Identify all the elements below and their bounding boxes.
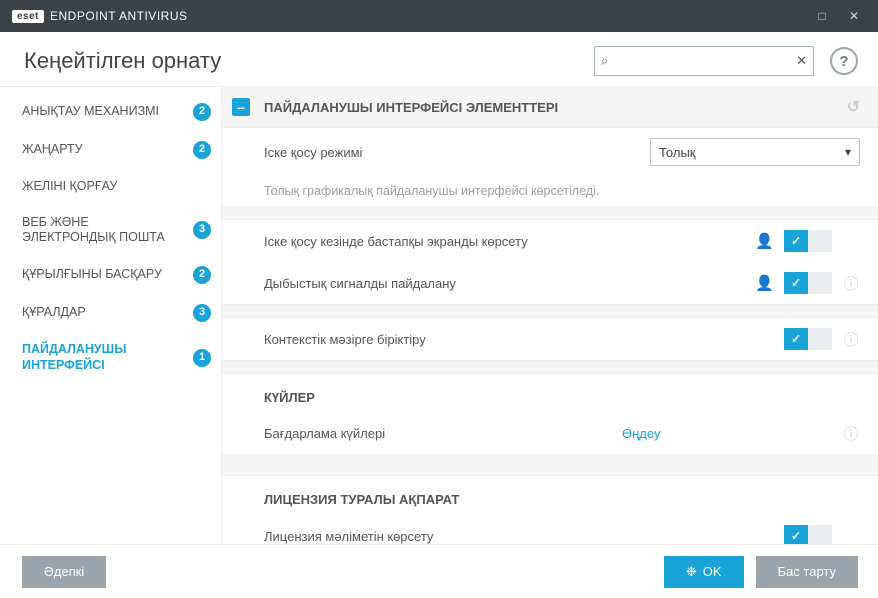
- select-value: Толық: [659, 145, 696, 160]
- toggle-off: [808, 328, 832, 350]
- start-mode-label: Іске қосу режимі: [264, 145, 650, 160]
- toggle-on: ✓: [784, 328, 808, 350]
- info-icon[interactable]: ⓘ: [842, 329, 860, 350]
- shield-icon: ❉: [686, 564, 697, 580]
- sidebar-badge: 2: [193, 141, 211, 159]
- row-start-mode-desc: Толық графикалық пайдаланушы интерфейсі …: [222, 176, 878, 206]
- help-button[interactable]: ?: [830, 47, 858, 75]
- ok-button[interactable]: ❉ OK: [664, 556, 744, 588]
- user-icon: 👤: [755, 274, 774, 292]
- subhead-license: ЛИЦЕНЗИЯ ТУРАЛЫ АҚПАРАТ: [222, 476, 878, 515]
- section-collapse-button[interactable]: –: [232, 98, 250, 116]
- maximize-icon: □: [818, 9, 825, 23]
- toggle-off: [808, 272, 832, 294]
- section-ui-elements: – ПАЙДАЛАНУШЫ ИНТЕРФЕЙСІ ЭЛЕМЕНТТЕРІ ↺: [222, 87, 878, 128]
- toggle-on: ✓: [784, 272, 808, 294]
- toggle-on: ✓: [784, 525, 808, 544]
- sidebar-item-label: ВЕБ ЖӘНЕ ЭЛЕКТРОНДЫҚ ПОШТА: [22, 215, 185, 246]
- show-license-toggle[interactable]: ✓: [784, 525, 832, 544]
- use-sound-toggle[interactable]: ✓: [784, 272, 832, 294]
- cancel-button[interactable]: Бас тарту: [756, 556, 858, 588]
- chevron-down-icon: ▾: [845, 145, 851, 159]
- toggle-off: [808, 230, 832, 252]
- sidebar-item-label: ҚҰРАЛДАР: [22, 305, 185, 321]
- titlebar: eset ENDPOINT ANTIVIRUS □ ✕: [0, 0, 878, 32]
- undo-button[interactable]: ↺: [847, 97, 860, 117]
- show-splash-toggle[interactable]: ✓: [784, 230, 832, 252]
- sidebar-item-network[interactable]: ЖЕЛІНІ ҚОРҒАУ: [0, 169, 221, 205]
- row-use-sound: Дыбыстық сигналды пайдалану 👤 ✓ ⓘ: [222, 262, 878, 304]
- sidebar-badge: 2: [193, 103, 211, 121]
- search-input[interactable]: [614, 54, 796, 69]
- sidebar-item-tools[interactable]: ҚҰРАЛДАР 3: [0, 294, 221, 332]
- window-maximize-button[interactable]: □: [806, 0, 838, 32]
- clear-search-icon[interactable]: ✕: [796, 53, 807, 69]
- sidebar-item-web-email[interactable]: ВЕБ ЖӘНЕ ЭЛЕКТРОНДЫҚ ПОШТА 3: [0, 205, 221, 256]
- info-icon[interactable]: ⓘ: [842, 273, 860, 294]
- toggle-off: [808, 525, 832, 544]
- sidebar-item-label: ЖАҢАРТУ: [22, 142, 185, 158]
- row-show-license: Лицензия мәліметін көрсету 👤 ✓ ⓘ: [222, 515, 878, 544]
- sidebar-badge: 3: [193, 304, 211, 322]
- context-menu-toggle[interactable]: ✓: [784, 328, 832, 350]
- divider: [222, 206, 878, 220]
- search-icon: ⌕: [601, 53, 608, 69]
- sidebar-item-ui[interactable]: ПАЙДАЛАНУШЫ ИНТЕРФЕЙСІ 1: [0, 332, 221, 383]
- divider: [222, 454, 878, 476]
- page-title: Кеңейтілген орнату: [24, 48, 578, 74]
- footer: Әдепкі ❉ OK Бас тарту: [0, 544, 878, 598]
- sidebar-item-device[interactable]: ҚҰРЫЛҒЫНЫ БАСҚАРУ 2: [0, 256, 221, 294]
- start-mode-description: Толық графикалық пайдаланушы интерфейсі …: [264, 184, 860, 198]
- product-name: ENDPOINT ANTIVIRUS: [50, 9, 187, 23]
- edit-states-link[interactable]: Өңдеу: [622, 426, 660, 441]
- show-license-label: Лицензия мәліметін көрсету: [264, 529, 755, 544]
- row-context-menu: Контекстік мәзірге біріктіру 👤 ✓ ⓘ: [222, 318, 878, 360]
- minus-icon: –: [237, 99, 245, 115]
- use-sound-label: Дыбыстық сигналды пайдалану: [264, 276, 755, 291]
- help-icon: ?: [839, 53, 848, 70]
- sidebar-badge: 1: [193, 349, 211, 367]
- sidebar-item-update[interactable]: ЖАҢАРТУ 2: [0, 131, 221, 169]
- row-show-splash: Іске қосу кезінде бастапқы экранды көрсе…: [222, 220, 878, 262]
- sidebar-item-label: АНЫҚТАУ МЕХАНИЗМІ: [22, 104, 185, 120]
- header: Кеңейтілген орнату ⌕ ✕ ?: [0, 32, 878, 86]
- row-program-states: Бағдарлама күйлері Өңдеу ⓘ: [222, 413, 878, 454]
- program-states-label: Бағдарлама күйлері: [264, 426, 622, 441]
- window-close-button[interactable]: ✕: [838, 0, 870, 32]
- divider: [222, 360, 878, 374]
- section-title: ПАЙДАЛАНУШЫ ИНТЕРФЕЙСІ ЭЛЕМЕНТТЕРІ: [264, 100, 558, 115]
- sidebar-item-label: ЖЕЛІНІ ҚОРҒАУ: [22, 179, 211, 195]
- search-box[interactable]: ⌕ ✕: [594, 46, 814, 76]
- sidebar: АНЫҚТАУ МЕХАНИЗМІ 2 ЖАҢАРТУ 2 ЖЕЛІНІ ҚОР…: [0, 87, 222, 544]
- divider: [222, 304, 878, 318]
- sidebar-item-detection[interactable]: АНЫҚТАУ МЕХАНИЗМІ 2: [0, 93, 221, 131]
- close-icon: ✕: [849, 9, 859, 23]
- user-icon: 👤: [755, 232, 774, 250]
- default-button[interactable]: Әдепкі: [22, 556, 106, 588]
- context-menu-label: Контекстік мәзірге біріктіру: [264, 332, 755, 347]
- sidebar-item-label: ПАЙДАЛАНУШЫ ИНТЕРФЕЙСІ: [22, 342, 185, 373]
- info-icon[interactable]: ⓘ: [842, 423, 860, 444]
- row-start-mode: Іске қосу режимі Толық ▾: [222, 128, 878, 176]
- sidebar-item-label: ҚҰРЫЛҒЫНЫ БАСҚАРУ: [22, 267, 185, 283]
- subhead-states: КҮЙЛЕР: [222, 374, 878, 413]
- sidebar-badge: 2: [193, 266, 211, 284]
- ok-label: OK: [703, 564, 722, 579]
- start-mode-select[interactable]: Толық ▾: [650, 138, 860, 166]
- toggle-on: ✓: [784, 230, 808, 252]
- show-splash-label: Іске қосу кезінде бастапқы экранды көрсе…: [264, 234, 755, 249]
- content-pane: – ПАЙДАЛАНУШЫ ИНТЕРФЕЙСІ ЭЛЕМЕНТТЕРІ ↺ І…: [222, 87, 878, 544]
- sidebar-badge: 3: [193, 221, 211, 239]
- brand-box: eset: [12, 10, 44, 23]
